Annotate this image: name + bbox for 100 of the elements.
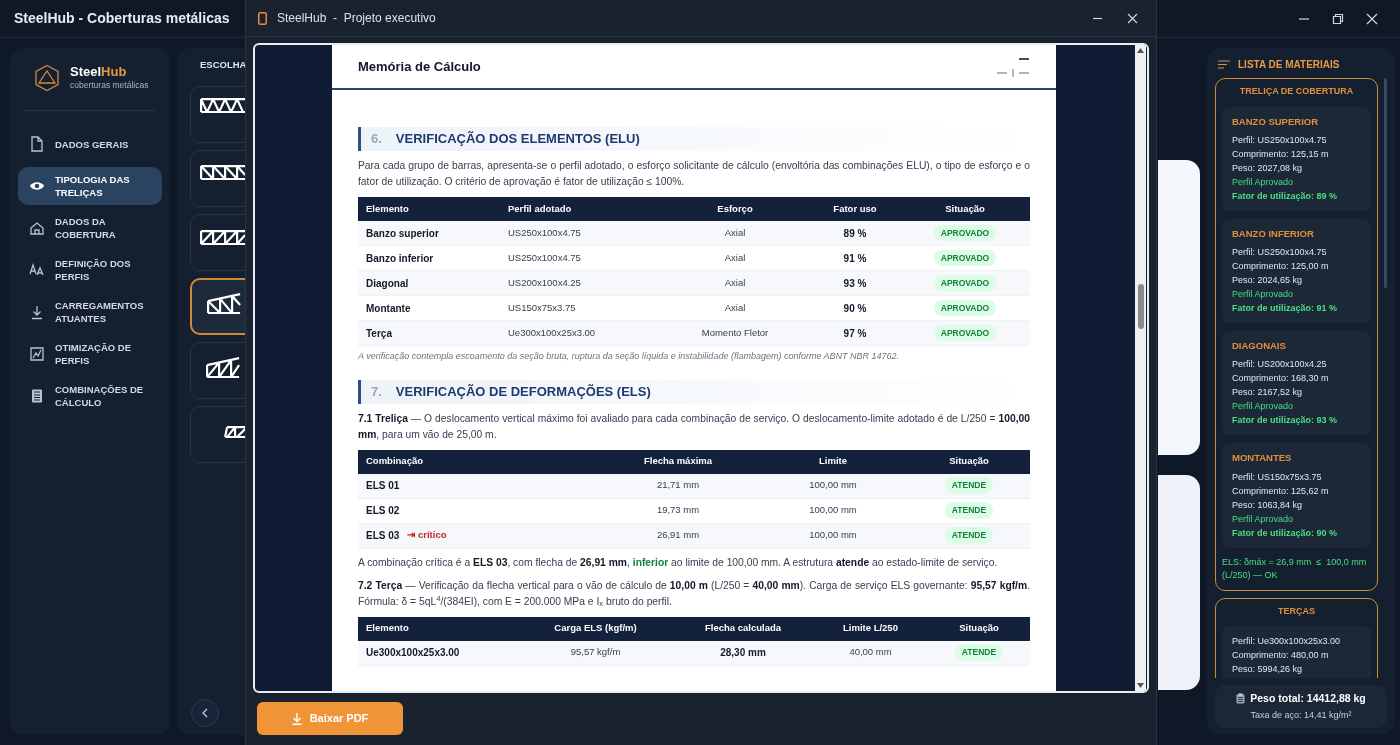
nav-item[interactable]: TIPOLOGIA DAS TRELIÇAS	[18, 167, 162, 205]
table-cell-text: 97 %	[843, 326, 867, 341]
approval-status: Perfil Aprovado	[1232, 400, 1295, 414]
table-cell: 95,57 kgf/m	[570, 645, 621, 660]
group-title: TERÇAS	[1277, 604, 1316, 618]
material-detail: Perfil: Ue300x100x25x3.00	[1232, 635, 1342, 648]
truss-icon	[224, 426, 247, 439]
table-cell-text: Axial	[724, 300, 746, 315]
table-cell: 40,00 mm	[849, 645, 892, 660]
download-icon	[291, 712, 302, 725]
column-header: Elemento	[365, 621, 410, 636]
nav-item[interactable]: DADOS GERAIS	[18, 125, 162, 163]
steel-rate: Taxa de aço: 14,41 kg/m²	[1250, 708, 1352, 722]
brand-name: SteelHub	[70, 64, 128, 80]
font-size-icon	[29, 262, 45, 278]
clipboard-icon	[1236, 693, 1246, 705]
status-badge: APROVADO	[933, 324, 997, 342]
nav-item[interactable]: COMBINAÇÕES DE CÁLCULO	[18, 377, 162, 415]
column-header: Esforço	[716, 201, 754, 216]
material-detail: Comprimento: 168,30 m	[1232, 372, 1330, 386]
material-detail: Perfil: US250x100x4.75	[1232, 246, 1328, 259]
material-detail: Comprimento: 125,15 m	[1232, 147, 1330, 161]
status-badge: APROVADO	[933, 274, 997, 292]
file-icon	[29, 136, 45, 152]
material-detail: Comprimento: 480,00 m	[1232, 649, 1330, 662]
table-cell-text: US150x75x3.75	[508, 300, 576, 315]
status-badge: APROVADO	[933, 249, 997, 267]
status-badge: ATENDE	[954, 644, 1004, 661]
table-cell-text: Axial	[724, 275, 746, 290]
scrollbar-thumb[interactable]	[1137, 284, 1144, 329]
table-cell-text: 91 %	[843, 251, 867, 266]
scroll-down-icon[interactable]	[1137, 683, 1144, 688]
truss-icon	[200, 98, 247, 114]
table-cell: 100,00 mm	[809, 503, 857, 518]
material-detail: Peso: 2027,08 kg	[1232, 161, 1304, 175]
table-cell-text: Diagonal	[366, 276, 409, 291]
material-detail: Comprimento: 125,00 m	[1232, 260, 1330, 273]
scroll-up-icon[interactable]	[1137, 48, 1144, 53]
table-cell-text: Banzo superior	[366, 226, 439, 241]
list-icon	[1218, 60, 1230, 69]
material-detail: Peso: 5994,26 kg	[1232, 663, 1304, 676]
material-name: BANZO SUPERIOR	[1232, 114, 1320, 129]
status-badge: APROVADO	[933, 224, 997, 242]
close-icon[interactable]	[1127, 12, 1138, 24]
table-cell-text: ELS 03	[366, 529, 400, 543]
restore-icon[interactable]	[1332, 12, 1344, 25]
material-detail: Perfil: US250x100x4.75	[1232, 133, 1328, 147]
table-cell-text: Terça	[366, 326, 392, 341]
table-cell-text: Banzo inferior	[366, 251, 434, 266]
column-header: Situação	[948, 454, 990, 469]
nav-item[interactable]: DADOS DA COBERTURA	[18, 209, 162, 247]
table-cell-text: ELS 02	[366, 504, 400, 518]
utilization-text: Fator de utilização: 93 %	[1232, 414, 1339, 428]
status-badge: ATENDE	[944, 502, 994, 519]
scrollbar-thumb[interactable]	[1384, 78, 1387, 288]
table-cell-text: 28,30 mm	[720, 646, 766, 660]
table-cell-text: Axial	[724, 225, 746, 240]
table-cell-text: ELS 01	[366, 479, 400, 493]
column-header: Situação	[958, 621, 1000, 636]
table-cell-text: Ue300x100x25x3.00	[366, 646, 460, 660]
nav-item[interactable]: OTIMIZAÇÃO DE PERFIS	[18, 335, 162, 373]
total-weight: Peso total: 14412,88 kg	[1250, 690, 1366, 706]
paragraph: 7.1 Treliça — O deslocamento vertical máximo foi avaliado para cada combinação de serviço. O deslocamento-limite adotado é de L/250 = 100,00 mm, para um vão de 25,00 m.	[358, 411, 1030, 442]
download-icon	[29, 304, 45, 320]
section-number: 7.	[371, 382, 382, 401]
section-title: VERIFICAÇÃO DE DEFORMAÇÕES (ELS)	[395, 382, 651, 401]
section-number: 6.	[371, 130, 382, 149]
material-detail: Peso: 1063,84 kg	[1232, 498, 1304, 512]
chevron-left-icon	[201, 708, 209, 718]
status-badge: ATENDE	[944, 477, 994, 494]
section-title: VERIFICAÇÃO DOS ELEMENTOS (ELU)	[395, 130, 640, 149]
paragraph: 7.2 Terça — Verificação da flecha vertical para o vão de cálculo de 10,00 m (L/250 = 40,00 mm). Carga de serviço ELS governante: 95,57 kgf/m. Fórmula: δ = 5qL$^{4}$/(384EI), com E = 200.000 MPa e I$_{x}$ bruto do perfil.	[358, 578, 1030, 610]
table-cell-text: Momento Fletor	[701, 325, 769, 340]
document-icon	[258, 11, 267, 25]
nav-item[interactable]: DEFINIÇÃO DOS PERFIS	[18, 251, 162, 289]
utilization-text: Fator de utilização: 91 %	[1232, 302, 1339, 315]
column-header: Combinação	[365, 454, 424, 469]
nav-item[interactable]: CARREGAMENTOS ATUANTES	[18, 293, 162, 331]
utilization-text: Fator de utilização: 89 %	[1232, 189, 1339, 203]
material-detail: Perfil: US150x75x3.75	[1232, 470, 1323, 484]
table-cell-text: 89 %	[843, 226, 867, 241]
page-controls-icon[interactable]	[996, 56, 1030, 77]
truss-icon	[200, 230, 247, 246]
brand-tagline: coberturas metálicas	[70, 79, 149, 92]
table-cell-text: 93 %	[843, 276, 867, 291]
column-header: Fator uso	[832, 201, 878, 216]
table-cell-text: 90 %	[843, 301, 867, 316]
home-icon	[29, 220, 45, 236]
material-name: BANZO INFERIOR	[1232, 226, 1315, 241]
close-icon[interactable]	[1366, 12, 1378, 25]
table-cell: 100,00 mm	[809, 528, 857, 543]
column-header: Situação	[944, 201, 986, 216]
critical-label: ⇥ crítico	[407, 528, 447, 543]
column-header: Carga ELS (kgf/m)	[553, 621, 638, 636]
material-detail: Peso: 2024,65 kg	[1232, 274, 1304, 287]
column-header: Limite	[818, 454, 848, 469]
truss-icon	[200, 165, 247, 181]
document-heading: Memória de Cálculo	[358, 57, 481, 76]
collapse-button[interactable]	[191, 699, 219, 727]
window-title: SteelHub - Coberturas metálicas	[14, 9, 230, 28]
